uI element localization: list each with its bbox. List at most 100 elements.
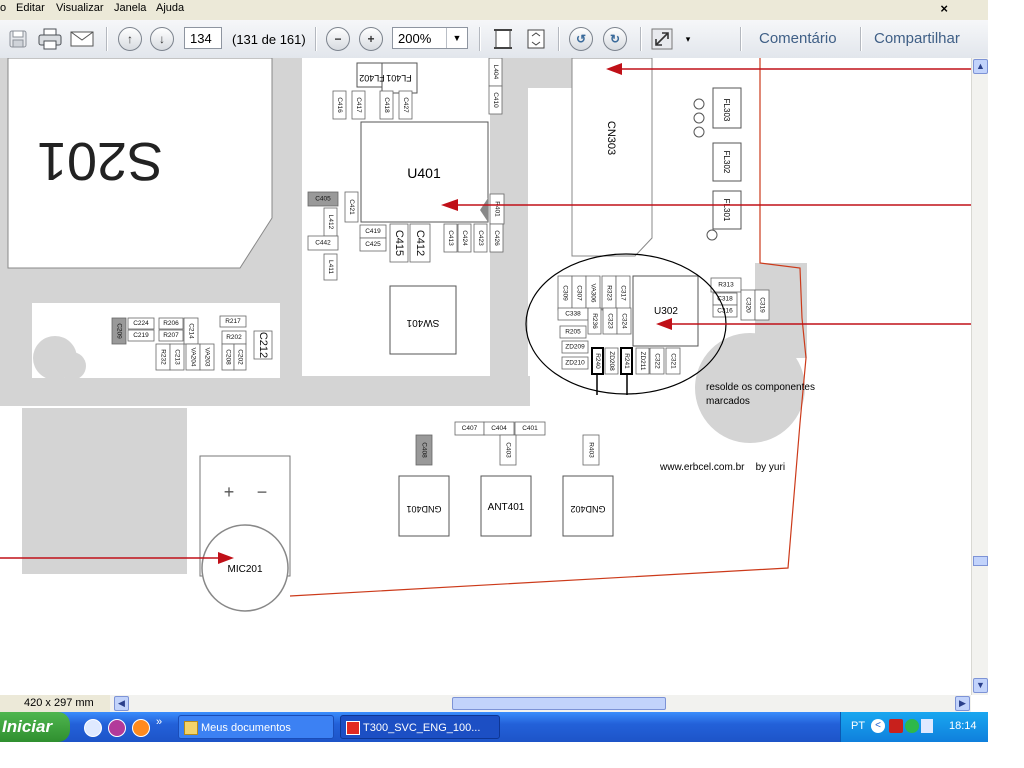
menu-file[interactable]: o xyxy=(0,2,6,14)
ant401-label: ANT401 xyxy=(488,502,525,513)
component-c322: C322 xyxy=(649,347,665,375)
document-viewport[interactable]: S201 U401 CN303 FL402 FL401 SW401 U302 F… xyxy=(0,58,971,695)
component-zd210: ZD210 xyxy=(561,356,589,370)
component-c425: C425 xyxy=(359,237,387,252)
component-label: C320 xyxy=(744,297,751,313)
component-c321: C321 xyxy=(665,347,681,375)
page-number-input[interactable]: 134 xyxy=(184,27,222,49)
rotate-ccw-icon[interactable]: ↺ xyxy=(567,25,595,53)
annotation-line-2: marcados xyxy=(706,396,750,407)
menu-window[interactable]: Janela xyxy=(114,2,146,14)
sw401-label: SW401 xyxy=(406,317,439,328)
component-label: C307 xyxy=(575,285,582,301)
component-label: C408 xyxy=(420,442,427,458)
component-c424: C424 xyxy=(457,223,472,253)
print-icon[interactable] xyxy=(36,25,64,53)
component-c403: C403 xyxy=(499,434,517,466)
horizontal-scrollbar[interactable]: ◀ ▶ xyxy=(110,695,971,712)
toolbar-separator xyxy=(740,27,742,51)
vertical-scroll-thumb[interactable] xyxy=(973,556,988,566)
component-c418: C418 xyxy=(379,90,394,120)
tray-network-icon[interactable] xyxy=(905,719,919,733)
component-label: C317 xyxy=(619,285,626,301)
page-size-label: 420 x 297 mm xyxy=(24,697,94,709)
next-page-icon[interactable]: ↓ xyxy=(148,25,176,53)
email-icon[interactable] xyxy=(68,25,96,53)
component-label: C324 xyxy=(620,313,627,329)
credit-text: www.erbcel.com.br by yuri xyxy=(659,462,785,473)
language-indicator[interactable]: PT xyxy=(851,720,865,732)
component-zd209: ZD209 xyxy=(561,340,589,354)
comment-button[interactable]: Comentário xyxy=(759,30,837,47)
more-tools-icon[interactable]: ▾ xyxy=(678,25,698,53)
task-my-documents[interactable]: Meus documentos xyxy=(178,715,334,739)
screen-bottom xyxy=(0,742,1024,768)
component-c324: C324 xyxy=(616,307,632,335)
component-label: VA204 xyxy=(189,347,196,366)
component-zd211: ZD211 xyxy=(635,347,650,375)
u401-label: U401 xyxy=(407,165,441,181)
start-button[interactable]: Iniciar xyxy=(0,712,70,742)
component-c309: C309 xyxy=(557,275,573,311)
close-document-icon[interactable]: × xyxy=(940,1,948,16)
component-label: C442 xyxy=(315,240,331,247)
component-label: C214 xyxy=(187,323,194,339)
gnd402-label: GND402 xyxy=(570,504,605,514)
zoom-out-icon[interactable]: − xyxy=(324,25,352,53)
component-c415: C415 xyxy=(389,223,409,263)
quicklaunch-media-icon[interactable] xyxy=(108,719,126,737)
fullscreen-icon[interactable] xyxy=(648,25,676,53)
tray-volume-icon[interactable] xyxy=(921,719,933,733)
scroll-up-icon[interactable]: ▲ xyxy=(973,59,988,74)
component-label: L412 xyxy=(327,215,334,230)
component-label: R232 xyxy=(159,349,166,365)
zoom-in-icon[interactable]: + xyxy=(357,25,385,53)
component-c224: C224 xyxy=(127,317,155,330)
scroll-down-icon[interactable]: ▼ xyxy=(973,678,988,693)
component-label: C412 xyxy=(414,230,426,256)
component-c317: C317 xyxy=(615,275,631,311)
component-r403: R403 xyxy=(582,434,600,466)
fit-width-icon[interactable] xyxy=(522,25,550,53)
component-c213: C213 xyxy=(169,343,185,371)
fit-page-icon[interactable] xyxy=(489,25,517,53)
component-c405: C405 xyxy=(307,191,339,207)
scroll-left-icon[interactable]: ◀ xyxy=(114,696,129,711)
tray-expand-icon[interactable]: < xyxy=(871,719,885,733)
menu-edit[interactable]: Editar xyxy=(16,2,45,14)
component-r313: R313 xyxy=(710,277,742,293)
menu-help[interactable]: Ajuda xyxy=(156,2,184,14)
task-label: T300_SVC_ENG_100... xyxy=(363,722,481,734)
taskbar: Iniciar » Meus documentos T300_SVC_ENG_1… xyxy=(0,712,989,742)
component-label: C224 xyxy=(133,320,149,327)
horizontal-scroll-thumb[interactable] xyxy=(452,697,666,710)
tray-antivirus-icon[interactable] xyxy=(889,719,903,733)
scroll-right-icon[interactable]: ▶ xyxy=(955,696,970,711)
prev-page-icon[interactable]: ↑ xyxy=(116,25,144,53)
clock: 18:14 xyxy=(949,720,977,732)
quicklaunch-firefox-icon[interactable] xyxy=(132,719,150,737)
component-label: C213 xyxy=(173,349,180,365)
quicklaunch-more-icon[interactable]: » xyxy=(156,716,162,728)
zoom-value: 200% xyxy=(398,31,432,46)
component-c338: C338 xyxy=(557,307,589,321)
component-c212: C212 xyxy=(253,330,273,360)
component-label: R323 xyxy=(605,285,612,301)
menu-view[interactable]: Visualizar xyxy=(56,2,104,14)
zoom-select[interactable]: 200% ▼ xyxy=(392,27,468,49)
component-c219: C219 xyxy=(127,329,155,342)
component-label: C427 xyxy=(402,97,409,113)
component-c426: C426 xyxy=(489,223,504,253)
quicklaunch-desktop-icon[interactable] xyxy=(84,719,102,737)
save-icon[interactable] xyxy=(4,25,32,53)
component-label: R207 xyxy=(163,332,179,339)
toolbar-separator xyxy=(558,27,560,51)
share-button[interactable]: Compartilhar xyxy=(874,30,960,47)
component-va203: VA203 xyxy=(199,343,215,371)
vertical-scrollbar[interactable]: ▲ ▼ xyxy=(971,58,989,695)
chevron-down-icon[interactable]: ▼ xyxy=(446,28,467,48)
rotate-cw-icon[interactable]: ↻ xyxy=(601,25,629,53)
toolbar: ↑ ↓ 134 (131 de 161) − + 200% ▼ ↺ ↻ ▾ Co… xyxy=(0,20,988,59)
task-pdf-document[interactable]: T300_SVC_ENG_100... xyxy=(340,715,500,739)
component-label: R236 xyxy=(591,313,598,329)
